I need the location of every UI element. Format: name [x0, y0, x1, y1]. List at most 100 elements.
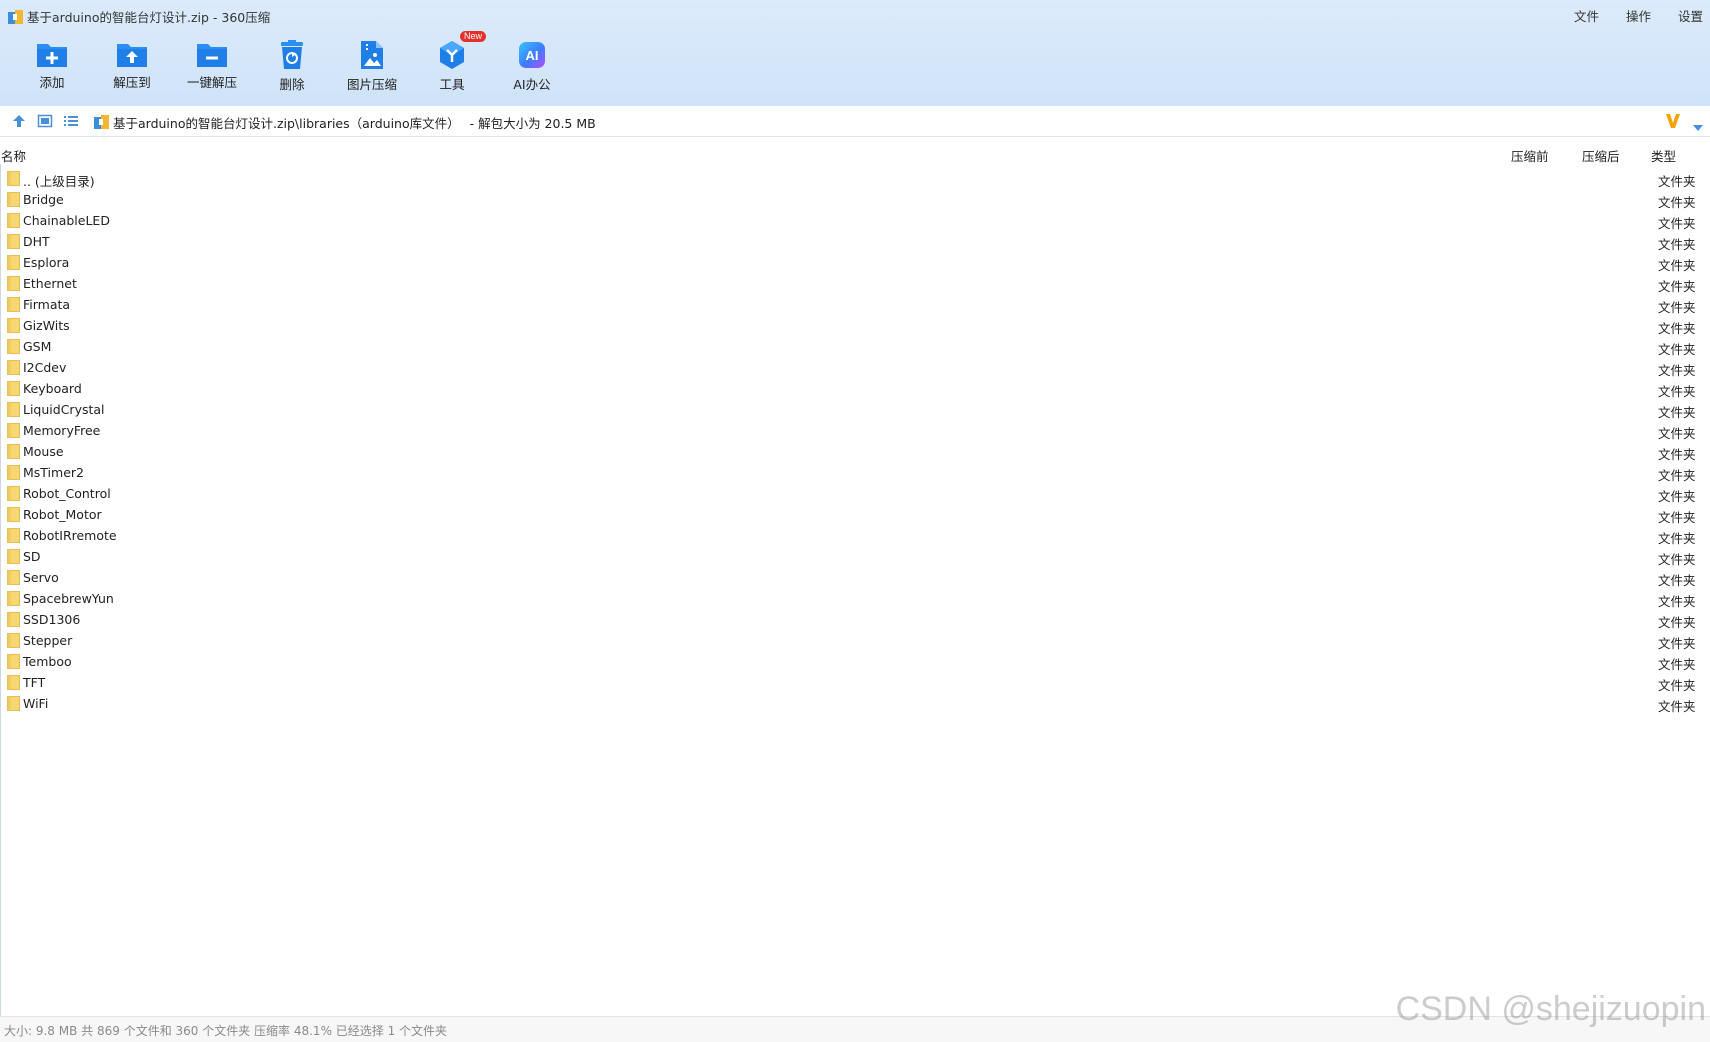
add-button[interactable]: 添加	[16, 34, 88, 98]
add-icon	[37, 44, 67, 67]
row-type: 文件夹	[1658, 174, 1696, 189]
folder-icon	[7, 654, 20, 669]
window-title: 基于arduino的智能台灯设计.zip - 360压缩	[27, 10, 271, 25]
table-row[interactable]: RobotIRremote 文件夹	[0, 525, 1710, 546]
row-type: 文件夹	[1658, 678, 1696, 693]
row-name: I2Cdev	[23, 360, 67, 375]
image-compress-icon	[361, 41, 383, 69]
address-row: 基于arduino的智能台灯设计.zip\libraries（arduino库文…	[0, 106, 1710, 137]
table-row[interactable]: TFT 文件夹	[0, 672, 1710, 693]
row-name: WiFi	[23, 696, 49, 711]
row-type: 文件夹	[1658, 573, 1696, 588]
menu-settings[interactable]: 设置	[1678, 6, 1703, 25]
image-compress-label: 图片压缩	[346, 77, 397, 92]
row-type: 文件夹	[1658, 321, 1696, 336]
table-row[interactable]: Bridge 文件夹	[0, 189, 1710, 210]
new-badge: New	[460, 31, 487, 42]
row-name: LiquidCrystal	[23, 402, 105, 417]
column-before[interactable]: 压缩前	[1511, 146, 1549, 165]
table-row[interactable]: Ethernet 文件夹	[0, 273, 1710, 294]
table-row[interactable]: DHT 文件夹	[0, 231, 1710, 252]
list-view-icon[interactable]	[63, 113, 81, 129]
row-name: Keyboard	[23, 381, 82, 396]
table-row[interactable]: MsTimer2 文件夹	[0, 462, 1710, 483]
folder-icon	[7, 633, 20, 648]
table-row[interactable]: WiFi 文件夹	[0, 693, 1710, 714]
table-row[interactable]: GSM 文件夹	[0, 336, 1710, 357]
folder-icon	[7, 612, 20, 627]
row-name: SSD1306	[23, 612, 81, 627]
up-arrow-icon[interactable]	[11, 113, 29, 129]
toolbar: 添加 解压到 一键解压 删除 图片压缩 New 工具 AI AI办公	[0, 31, 1710, 98]
menu-operate[interactable]: 操作	[1626, 6, 1651, 25]
row-type: 文件夹	[1658, 237, 1696, 252]
row-type: 文件夹	[1658, 216, 1696, 231]
table-row[interactable]: Temboo 文件夹	[0, 651, 1710, 672]
row-name: Firmata	[23, 297, 71, 312]
top-area: 基于arduino的智能台灯设计.zip - 360压缩 文件 操作 设置 添加…	[0, 0, 1710, 106]
row-name: Mouse	[23, 444, 64, 459]
tools-icon	[440, 41, 464, 69]
extract-to-icon	[117, 44, 147, 67]
row-type: 文件夹	[1658, 531, 1696, 546]
archive-icon	[94, 114, 109, 129]
row-name: SpacebrewYun	[23, 591, 114, 606]
table-row[interactable]: Stepper 文件夹	[0, 630, 1710, 651]
row-name: GizWits	[23, 318, 70, 333]
table-row[interactable]: Robot_Control 文件夹	[0, 483, 1710, 504]
folder-icon	[7, 528, 20, 543]
row-name: TFT	[23, 675, 46, 690]
thumbnail-view-icon[interactable]	[37, 113, 55, 129]
folder-icon	[7, 423, 20, 438]
row-name: .. (上级目录)	[23, 174, 95, 189]
row-name: DHT	[23, 234, 50, 249]
folder-icon	[7, 171, 20, 186]
one-click-extract-button[interactable]: 一键解压	[176, 34, 248, 98]
table-row[interactable]: .. (上级目录) 文件夹	[0, 168, 1710, 189]
table-row[interactable]: Servo 文件夹	[0, 567, 1710, 588]
column-type[interactable]: 类型	[1651, 146, 1676, 165]
table-row[interactable]: MemoryFree 文件夹	[0, 420, 1710, 441]
table-row[interactable]: LiquidCrystal 文件夹	[0, 399, 1710, 420]
table-row[interactable]: Firmata 文件夹	[0, 294, 1710, 315]
row-name: Bridge	[23, 192, 64, 207]
folder-icon	[7, 444, 20, 459]
row-type: 文件夹	[1658, 342, 1696, 357]
table-row[interactable]: Mouse 文件夹	[0, 441, 1710, 462]
table-row[interactable]: Robot_Motor 文件夹	[0, 504, 1710, 525]
table-row[interactable]: Keyboard 文件夹	[0, 378, 1710, 399]
watermark: CSDN @shejizuopin	[1395, 990, 1706, 1028]
one-click-extract-label: 一键解压	[186, 75, 237, 90]
v-logo-icon[interactable]	[1665, 112, 1681, 130]
table-row[interactable]: ChainableLED 文件夹	[0, 210, 1710, 231]
column-after[interactable]: 压缩后	[1582, 146, 1620, 165]
folder-icon	[7, 213, 20, 228]
address-bar[interactable]: 基于arduino的智能台灯设计.zip\libraries（arduino库文…	[88, 106, 1710, 136]
image-compress-button[interactable]: 图片压缩	[336, 34, 408, 98]
row-name: RobotIRremote	[23, 528, 117, 543]
table-row[interactable]: SpacebrewYun 文件夹	[0, 588, 1710, 609]
address-size-info: - 解包大小为 20.5 MB	[465, 116, 596, 131]
extract-to-button[interactable]: 解压到	[96, 34, 168, 98]
column-name[interactable]: 名称	[1, 146, 26, 165]
row-name: Robot_Control	[23, 486, 111, 501]
folder-icon	[7, 507, 20, 522]
ai-office-button[interactable]: AI AI办公	[496, 34, 568, 98]
folder-icon	[7, 339, 20, 354]
row-name: MsTimer2	[23, 465, 84, 480]
tools-button[interactable]: New 工具	[416, 31, 488, 98]
row-type: 文件夹	[1658, 279, 1696, 294]
address-path-text: 基于arduino的智能台灯设计.zip\libraries（arduino库文…	[113, 116, 460, 131]
folder-icon	[7, 297, 20, 312]
folder-icon	[7, 318, 20, 333]
table-row[interactable]: Esplora 文件夹	[0, 252, 1710, 273]
delete-button[interactable]: 删除	[256, 34, 328, 98]
chevron-down-icon[interactable]	[1692, 117, 1704, 131]
table-row[interactable]: I2Cdev 文件夹	[0, 357, 1710, 378]
menu-file[interactable]: 文件	[1574, 6, 1599, 25]
table-row[interactable]: GizWits 文件夹	[0, 315, 1710, 336]
table-row[interactable]: SSD1306 文件夹	[0, 609, 1710, 630]
table-row[interactable]: SD 文件夹	[0, 546, 1710, 567]
folder-icon	[7, 675, 20, 690]
file-list: .. (上级目录) 文件夹 Bridge 文件夹 ChainableLED 文件夹 DHT 文…	[0, 168, 1710, 714]
